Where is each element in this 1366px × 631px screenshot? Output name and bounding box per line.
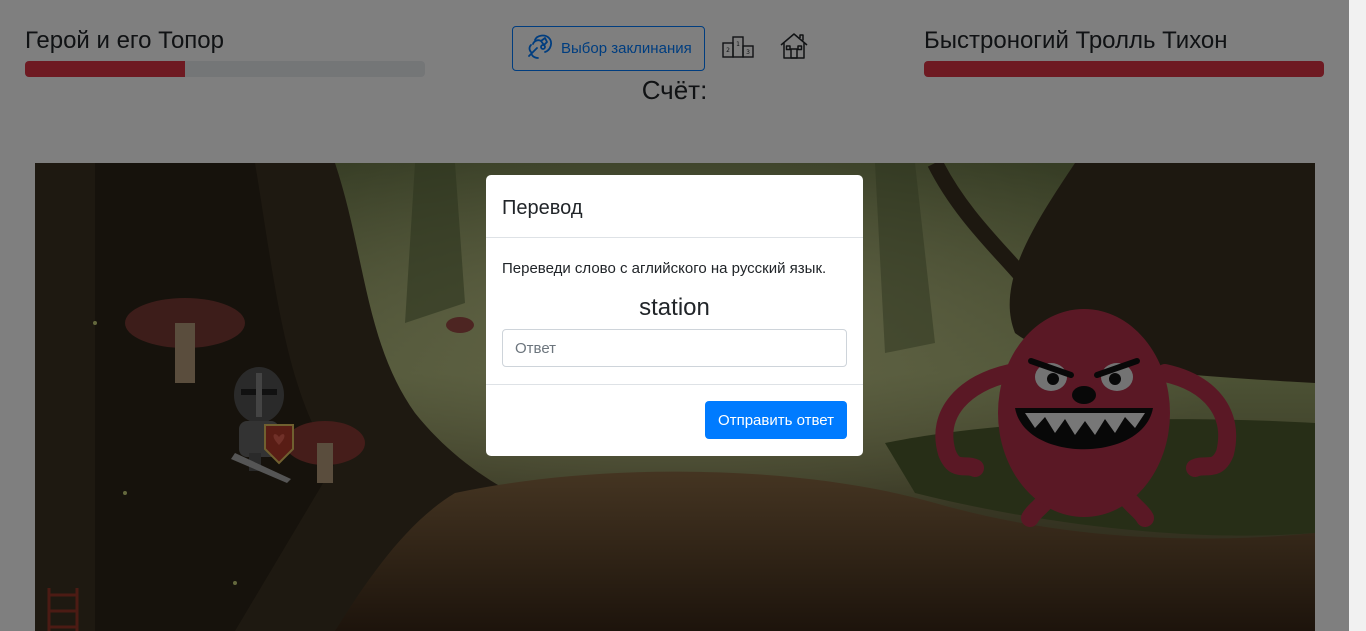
submit-answer-button[interactable]: Отправить ответ xyxy=(705,401,847,439)
translation-instruction: Переведи слово с аглийского на русский я… xyxy=(502,260,827,277)
modal-title: Перевод xyxy=(502,197,583,219)
word-to-translate: station xyxy=(639,294,710,321)
answer-input[interactable] xyxy=(502,329,847,367)
page-scrollbar[interactable] xyxy=(1349,0,1366,631)
game-page: Герой и его Топор Выбор заклинания xyxy=(0,0,1366,631)
modal-footer: Отправить ответ xyxy=(486,385,863,455)
modal-header: Перевод xyxy=(486,175,863,238)
translation-modal: Перевод Переведи слово с аглийского на р… xyxy=(486,175,863,456)
modal-body: Переведи слово с аглийского на русский я… xyxy=(486,238,863,385)
